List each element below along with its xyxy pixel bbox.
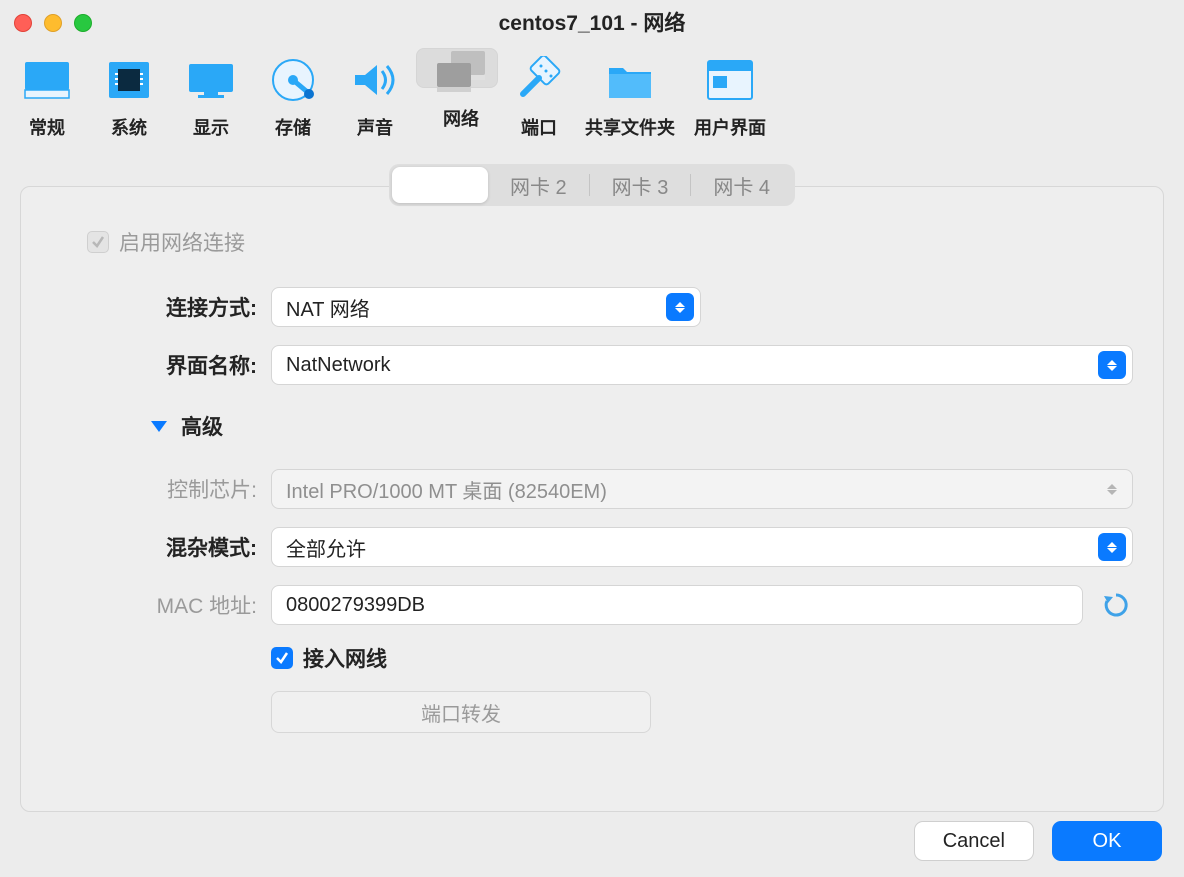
audio-icon [347, 54, 403, 106]
enable-label: 启用网络连接 [119, 227, 245, 257]
adapter-value: Intel PRO/1000 MT 桌面 (82540EM) [286, 475, 607, 504]
toolbar-system[interactable]: 系统 [88, 48, 170, 150]
footer: Cancel OK [914, 821, 1162, 861]
toolbar-general[interactable]: 常规 [6, 48, 88, 150]
toolbar: 常规 系统 显示 存储 声音 网络 端口 [0, 44, 1184, 150]
refresh-icon [1102, 591, 1130, 619]
enable-checkbox [87, 231, 109, 253]
mac-input[interactable]: 0800279399DB [271, 585, 1083, 625]
toolbar-label: 显示 [193, 114, 229, 140]
toolbar-serial[interactable]: 端口 [498, 48, 580, 150]
ok-button[interactable]: OK [1052, 821, 1162, 861]
tab-adapter-3[interactable]: 网卡 3 [590, 167, 691, 203]
adapter-label: 控制芯片: [51, 474, 271, 504]
name-select[interactable]: NatNetwork [271, 345, 1133, 385]
promisc-label: 混杂模式: [51, 532, 271, 562]
storage-icon [265, 54, 321, 106]
tab-adapter-2[interactable]: 网卡 2 [488, 167, 589, 203]
settings-panel: 启用网络连接 连接方式: NAT 网络 界面名称: NatNetwork 高级 … [20, 186, 1164, 812]
name-label: 界面名称: [51, 350, 271, 380]
toolbar-label: 存储 [275, 114, 311, 140]
general-icon [19, 54, 75, 106]
chevron-updown-icon [1098, 351, 1126, 379]
mac-label: MAC 地址: [51, 590, 271, 620]
toolbar-label: 声音 [357, 114, 393, 140]
display-icon [183, 54, 239, 106]
toolbar-ui[interactable]: 用户界面 [680, 48, 780, 150]
attach-value: NAT 网络 [286, 293, 370, 322]
folder-icon [602, 54, 658, 106]
promisc-select[interactable]: 全部允许 [271, 527, 1133, 567]
toolbar-network[interactable]: 网络 [416, 48, 498, 88]
toolbar-display[interactable]: 显示 [170, 48, 252, 150]
toolbar-audio[interactable]: 声音 [334, 48, 416, 150]
toolbar-shared[interactable]: 共享文件夹 [580, 48, 680, 150]
adapter-tabs: 网卡 2 网卡 3 网卡 4 [0, 164, 1184, 206]
toolbar-label: 用户界面 [694, 114, 766, 140]
tab-adapter-4[interactable]: 网卡 4 [691, 167, 792, 203]
network-icon [433, 49, 489, 97]
cancel-button[interactable]: Cancel [914, 821, 1034, 861]
name-value: NatNetwork [286, 354, 390, 377]
cable-label: 接入网线 [303, 643, 387, 673]
mac-value: 0800279399DB [286, 594, 425, 617]
title-bar: centos7_101 - 网络 [0, 0, 1184, 44]
attach-select[interactable]: NAT 网络 [271, 287, 701, 327]
promisc-value: 全部允许 [286, 533, 366, 562]
window-title: centos7_101 - 网络 [499, 7, 686, 37]
disclosure-triangle-icon[interactable] [151, 421, 167, 432]
toolbar-label: 系统 [111, 114, 147, 140]
system-icon [101, 54, 157, 106]
tab-adapter-1[interactable] [392, 167, 488, 203]
zoom-icon[interactable] [74, 14, 92, 32]
chevron-updown-icon [1098, 475, 1126, 503]
advanced-label: 高级 [181, 411, 223, 441]
port-forward-button: 端口转发 [271, 691, 651, 733]
cable-checkbox[interactable] [271, 647, 293, 669]
serial-icon [511, 54, 567, 106]
ui-icon [702, 54, 758, 106]
chevron-updown-icon [666, 293, 694, 321]
chevron-updown-icon [1098, 533, 1126, 561]
traffic-lights [14, 14, 92, 32]
adapter-select: Intel PRO/1000 MT 桌面 (82540EM) [271, 469, 1133, 509]
toolbar-label: 常规 [29, 114, 65, 140]
minimize-icon[interactable] [44, 14, 62, 32]
toolbar-label: 网络 [443, 105, 479, 131]
refresh-mac-button[interactable] [1099, 588, 1133, 622]
toolbar-label: 共享文件夹 [585, 114, 675, 140]
close-icon[interactable] [14, 14, 32, 32]
toolbar-label: 端口 [521, 114, 557, 140]
toolbar-storage[interactable]: 存储 [252, 48, 334, 150]
attach-label: 连接方式: [51, 292, 271, 322]
